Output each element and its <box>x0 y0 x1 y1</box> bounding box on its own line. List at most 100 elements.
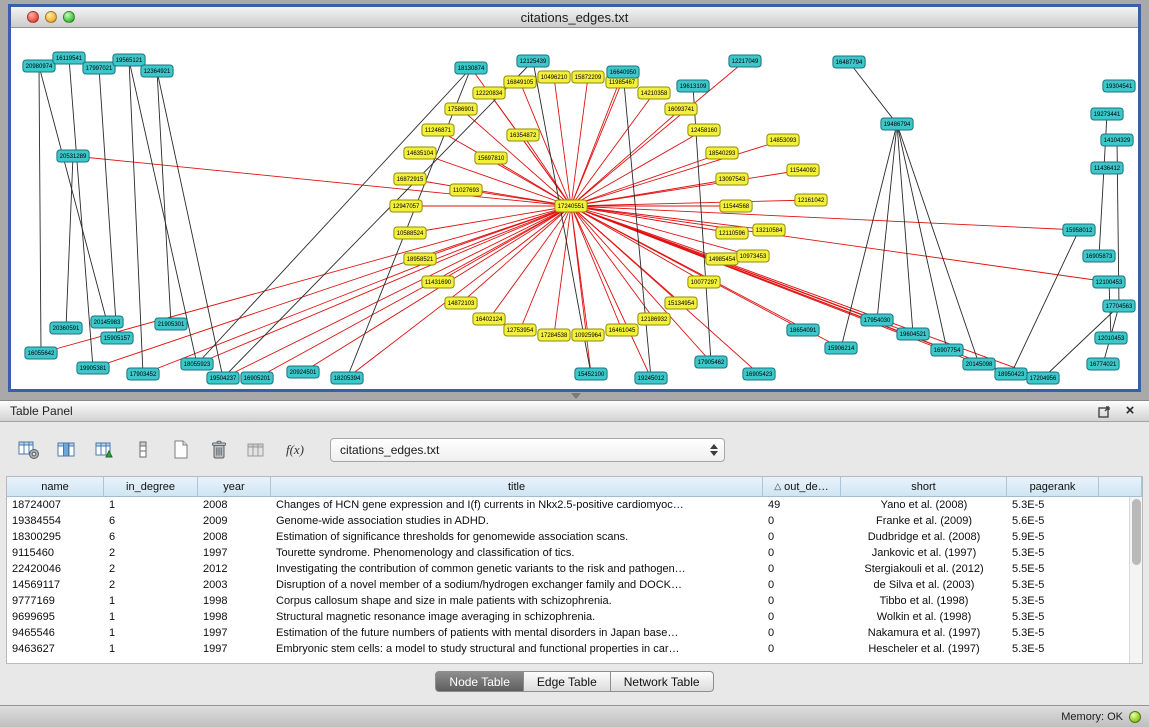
table-cell[interactable]: 6 <box>104 513 198 529</box>
graph-node[interactable]: 18950423 <box>995 368 1027 380</box>
graph-node[interactable]: 19504237 <box>207 372 239 384</box>
graph-edge[interactable] <box>849 62 897 124</box>
graph-node[interactable]: 15958012 <box>1063 224 1095 236</box>
table-row[interactable]: 1872400712008Changes of HCN gene express… <box>7 497 1142 513</box>
table-cell[interactable]: Hescheler et al. (1997) <box>841 641 1007 657</box>
graph-node[interactable]: 20360591 <box>50 322 82 334</box>
graph-node[interactable]: 10973453 <box>737 250 769 262</box>
table-cell[interactable]: 0 <box>763 545 841 561</box>
graph-node[interactable]: 15872209 <box>572 71 604 83</box>
map-table-icon[interactable] <box>242 437 272 463</box>
table-cell[interactable]: 19384554 <box>7 513 104 529</box>
table-cell[interactable]: Nakamura et al. (1997) <box>841 625 1007 641</box>
graph-node[interactable]: 11544568 <box>720 200 752 212</box>
graph-node[interactable]: 15697810 <box>475 152 507 164</box>
table-cell[interactable]: 0 <box>763 561 841 577</box>
graph-node[interactable]: 17704563 <box>1103 300 1135 312</box>
graph-node[interactable]: 15134954 <box>665 297 697 309</box>
table-cell[interactable]: 18300295 <box>7 529 104 545</box>
graph-node[interactable]: 16354872 <box>507 129 539 141</box>
column-header-in_degree[interactable]: in_degree <box>104 477 198 497</box>
graph-node[interactable]: 20145098 <box>963 358 995 370</box>
table-cell[interactable]: 14569117 <box>7 577 104 593</box>
graph-node[interactable]: 19604521 <box>897 328 929 340</box>
table-cell[interactable]: 2 <box>104 545 198 561</box>
import-table-icon[interactable] <box>90 437 120 463</box>
graph-node[interactable]: 20980974 <box>23 60 55 72</box>
graph-node[interactable]: 14104329 <box>1101 134 1133 146</box>
table-cell[interactable]: 1 <box>104 641 198 657</box>
graph-edge[interactable] <box>571 72 623 206</box>
panel-splitter[interactable] <box>0 392 1149 400</box>
table-cell[interactable]: 2008 <box>198 497 271 513</box>
column-header-out_de[interactable]: △out_de… <box>763 477 841 497</box>
scrollbar-thumb[interactable] <box>1132 499 1141 565</box>
graph-node[interactable]: 14872103 <box>445 297 477 309</box>
tab-network-table[interactable]: Network Table <box>611 671 714 692</box>
table-cell[interactable]: Changes of HCN gene expression and I(f) … <box>271 497 763 513</box>
table-cell[interactable]: 5.3E-5 <box>1007 577 1099 593</box>
vertical-scrollbar[interactable] <box>1129 497 1142 664</box>
graph-node[interactable]: 19613109 <box>677 80 709 92</box>
graph-node[interactable]: 18205394 <box>331 372 363 384</box>
graph-node[interactable]: 18055923 <box>181 358 213 370</box>
graph-node[interactable]: 20145983 <box>91 316 123 328</box>
graph-node[interactable]: 13210584 <box>753 224 785 236</box>
table-cell[interactable]: 1997 <box>198 545 271 561</box>
table-cell[interactable]: 9115460 <box>7 545 104 561</box>
graph-node[interactable]: 11027693 <box>450 184 482 196</box>
graph-edge[interactable] <box>1011 230 1079 374</box>
minimize-window-button[interactable] <box>45 11 57 23</box>
table-cell[interactable]: 5.3E-5 <box>1007 609 1099 625</box>
table-cell[interactable]: 1998 <box>198 609 271 625</box>
graph-node[interactable]: 20531289 <box>57 150 89 162</box>
table-cell[interactable]: 0 <box>763 577 841 593</box>
table-cell[interactable]: 1 <box>104 625 198 641</box>
graph-edge[interactable] <box>157 71 171 324</box>
graph-node[interactable]: 16907754 <box>931 344 963 356</box>
table-cell[interactable]: 0 <box>763 625 841 641</box>
graph-node[interactable]: 14210358 <box>638 87 670 99</box>
graph-edge[interactable] <box>461 206 571 303</box>
window-titlebar[interactable]: citations_edges.txt <box>11 7 1138 28</box>
table-cell[interactable]: 0 <box>763 529 841 545</box>
graph-node[interactable]: 21905301 <box>155 318 187 330</box>
graph-node[interactable]: 16640950 <box>607 66 639 78</box>
graph-node[interactable]: 16055642 <box>25 347 57 359</box>
table-cell[interactable]: 2 <box>104 561 198 577</box>
column-edit-icon[interactable] <box>128 437 158 463</box>
table-cell[interactable]: Genome-wide association studies in ADHD. <box>271 513 763 529</box>
table-cell[interactable]: 1998 <box>198 593 271 609</box>
graph-node[interactable]: 12161042 <box>795 194 827 206</box>
table-cell[interactable]: Corpus callosum shape and size in male p… <box>271 593 763 609</box>
graph-edge[interactable] <box>223 61 533 378</box>
graph-edge[interactable] <box>41 206 571 353</box>
table-cell[interactable]: 18724007 <box>7 497 104 513</box>
graph-node[interactable]: 12364921 <box>141 65 173 77</box>
table-cell[interactable]: 5.5E-5 <box>1007 561 1099 577</box>
float-panel-icon[interactable] <box>1095 403 1113 419</box>
table-cell[interactable]: Wolkin et al. (1998) <box>841 609 1007 625</box>
graph-node[interactable]: 18540293 <box>706 147 738 159</box>
graph-node[interactable]: 16849105 <box>504 76 536 88</box>
graph-node[interactable]: 13097543 <box>716 173 748 185</box>
graph-node[interactable]: 11431690 <box>422 276 454 288</box>
table-cell[interactable]: 9465546 <box>7 625 104 641</box>
graph-node[interactable]: 11544092 <box>787 164 819 176</box>
graph-edge[interactable] <box>571 206 1043 378</box>
graph-node[interactable]: 14853093 <box>767 134 799 146</box>
graph-node[interactable]: 17954030 <box>861 314 893 326</box>
table-cell[interactable]: Yano et al. (2008) <box>841 497 1007 513</box>
tab-edge-table[interactable]: Edge Table <box>524 671 611 692</box>
table-cell[interactable]: Dudbridge et al. (2008) <box>841 529 1007 545</box>
graph-edge[interactable] <box>143 206 571 374</box>
graph-node[interactable]: 16905873 <box>1083 250 1115 262</box>
table-cell[interactable]: 2008 <box>198 529 271 545</box>
graph-edge[interactable] <box>197 68 471 364</box>
table-row[interactable]: 911546021997Tourette syndrome. Phenomeno… <box>7 545 1142 561</box>
table-cell[interactable]: Estimation of the future numbers of pati… <box>271 625 763 641</box>
graph-node[interactable]: 16774021 <box>1087 358 1119 370</box>
tab-node-table[interactable]: Node Table <box>435 671 524 692</box>
table-cell[interactable]: 0 <box>763 609 841 625</box>
table-cell[interactable]: 0 <box>763 593 841 609</box>
